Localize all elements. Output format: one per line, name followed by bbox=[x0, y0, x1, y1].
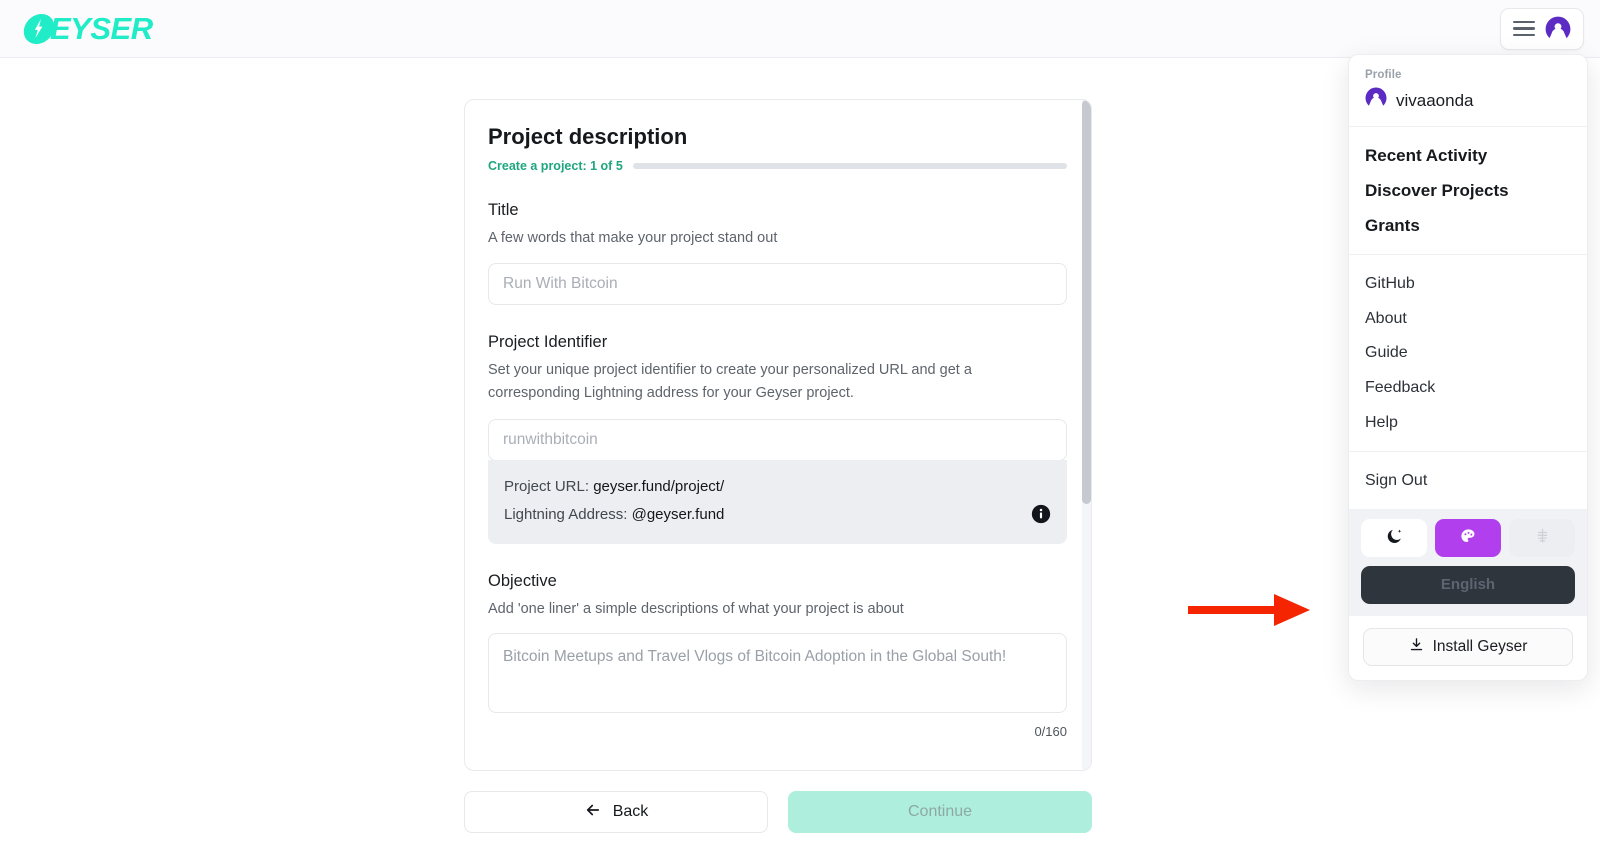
moon-dark-mode-icon bbox=[1385, 527, 1404, 549]
title-label: Title bbox=[488, 201, 519, 220]
profile-dropdown-menu: Profile vivaaonda Recent Activity Discov… bbox=[1348, 54, 1588, 681]
card-content: Project description Create a project: 1 … bbox=[465, 100, 1091, 770]
geyser-fountain-icon bbox=[1533, 527, 1552, 549]
logo-text: EYSER bbox=[50, 11, 153, 46]
back-button[interactable]: Back bbox=[464, 791, 769, 833]
info-circle-icon[interactable] bbox=[1031, 504, 1051, 529]
dropdown-signout-section: Sign Out bbox=[1349, 452, 1587, 509]
back-button-label: Back bbox=[612, 803, 649, 820]
profile-menu-button[interactable] bbox=[1500, 7, 1584, 50]
annotation-arrow-icon bbox=[1188, 590, 1314, 635]
objective-textarea[interactable] bbox=[488, 633, 1067, 714]
project-url-value: geyser.fund/project/ bbox=[593, 477, 725, 495]
lightning-address-row: Lightning Address: @geyser.fund bbox=[504, 501, 1051, 530]
title-input[interactable] bbox=[488, 262, 1067, 305]
menu-item-github[interactable]: GitHub bbox=[1365, 267, 1571, 302]
install-section: Install Geyser bbox=[1349, 616, 1587, 680]
hamburger-menu-icon bbox=[1513, 20, 1535, 37]
dropdown-profile-section: Profile vivaaonda bbox=[1349, 55, 1587, 126]
palette-theme-icon bbox=[1459, 527, 1478, 549]
menu-item-about[interactable]: About bbox=[1365, 302, 1571, 337]
field-objective: Objective Add 'one liner' a simple descr… bbox=[488, 572, 1067, 739]
card-scrollbar-track[interactable] bbox=[1082, 100, 1091, 770]
theme-and-language-panel: English bbox=[1349, 508, 1587, 616]
geyser-theme-button[interactable] bbox=[1509, 518, 1575, 557]
title-hint: A few words that make your project stand… bbox=[488, 230, 778, 247]
geyser-logo[interactable]: EYSER bbox=[16, 9, 153, 49]
download-icon bbox=[1409, 637, 1424, 657]
menu-item-grants[interactable]: Grants bbox=[1365, 209, 1571, 244]
top-navigation-bar: EYSER bbox=[0, 0, 1600, 58]
objective-char-counter: 0/160 bbox=[1034, 724, 1067, 740]
user-avatar-icon bbox=[1545, 16, 1571, 42]
user-avatar-icon bbox=[1365, 87, 1387, 114]
project-url-label: Project URL: bbox=[504, 477, 590, 495]
menu-item-sign-out[interactable]: Sign Out bbox=[1365, 464, 1571, 499]
project-url-panel: Project URL: geyser.fund/project/ Lightn… bbox=[488, 459, 1067, 544]
objective-hint: Add 'one liner' a simple descriptions of… bbox=[488, 600, 904, 617]
continue-button[interactable]: Continue bbox=[788, 791, 1092, 833]
progress-track bbox=[632, 163, 1067, 170]
project-identifier-hint: Set your unique project identifier to cr… bbox=[488, 361, 972, 401]
theme-palette-button[interactable] bbox=[1435, 518, 1501, 557]
dropdown-secondary-links: GitHub About Guide Feedback Help bbox=[1349, 255, 1587, 451]
progress-label: Create a project: 1 of 5 bbox=[488, 159, 623, 174]
arrow-left-icon bbox=[584, 801, 602, 824]
objective-label: Objective bbox=[488, 571, 557, 590]
install-geyser-button[interactable]: Install Geyser bbox=[1363, 627, 1573, 666]
create-project-progress: Create a project: 1 of 5 bbox=[488, 159, 1067, 173]
project-url-row: Project URL: geyser.fund/project/ bbox=[504, 473, 1051, 502]
page-title: Project description bbox=[488, 124, 688, 149]
field-project-identifier: Project Identifier Set your unique proje… bbox=[488, 333, 1067, 544]
menu-item-discover-projects[interactable]: Discover Projects bbox=[1365, 174, 1571, 209]
app-root: EYSER Profile vivaaonda Recent Activity … bbox=[0, 0, 1600, 867]
project-identifier-input[interactable] bbox=[488, 418, 1067, 461]
field-title: Title A few words that make your project… bbox=[488, 201, 1067, 305]
menu-item-recent-activity[interactable]: Recent Activity bbox=[1365, 139, 1571, 174]
wizard-footer-buttons: Back Continue bbox=[464, 791, 1092, 833]
profile-section-label: Profile bbox=[1365, 69, 1402, 81]
lightning-address-value: @geyser.fund bbox=[631, 506, 725, 524]
menu-item-help[interactable]: Help bbox=[1365, 406, 1571, 441]
menu-item-guide[interactable]: Guide bbox=[1365, 336, 1571, 371]
profile-username: vivaaonda bbox=[1396, 90, 1474, 110]
menu-item-feedback[interactable]: Feedback bbox=[1365, 371, 1571, 406]
card-scrollbar-thumb[interactable] bbox=[1082, 100, 1091, 504]
theme-toggle-row bbox=[1361, 518, 1575, 557]
lightning-address-label: Lightning Address: bbox=[504, 506, 628, 524]
dropdown-primary-links: Recent Activity Discover Projects Grants bbox=[1349, 127, 1587, 254]
language-selector-button[interactable]: English bbox=[1361, 565, 1575, 604]
project-description-card: Project description Create a project: 1 … bbox=[464, 99, 1092, 771]
dark-mode-toggle-button[interactable] bbox=[1361, 518, 1427, 557]
project-identifier-label: Project Identifier bbox=[488, 332, 608, 351]
profile-user-row[interactable]: vivaaonda bbox=[1365, 87, 1571, 114]
install-geyser-label: Install Geyser bbox=[1432, 637, 1528, 655]
